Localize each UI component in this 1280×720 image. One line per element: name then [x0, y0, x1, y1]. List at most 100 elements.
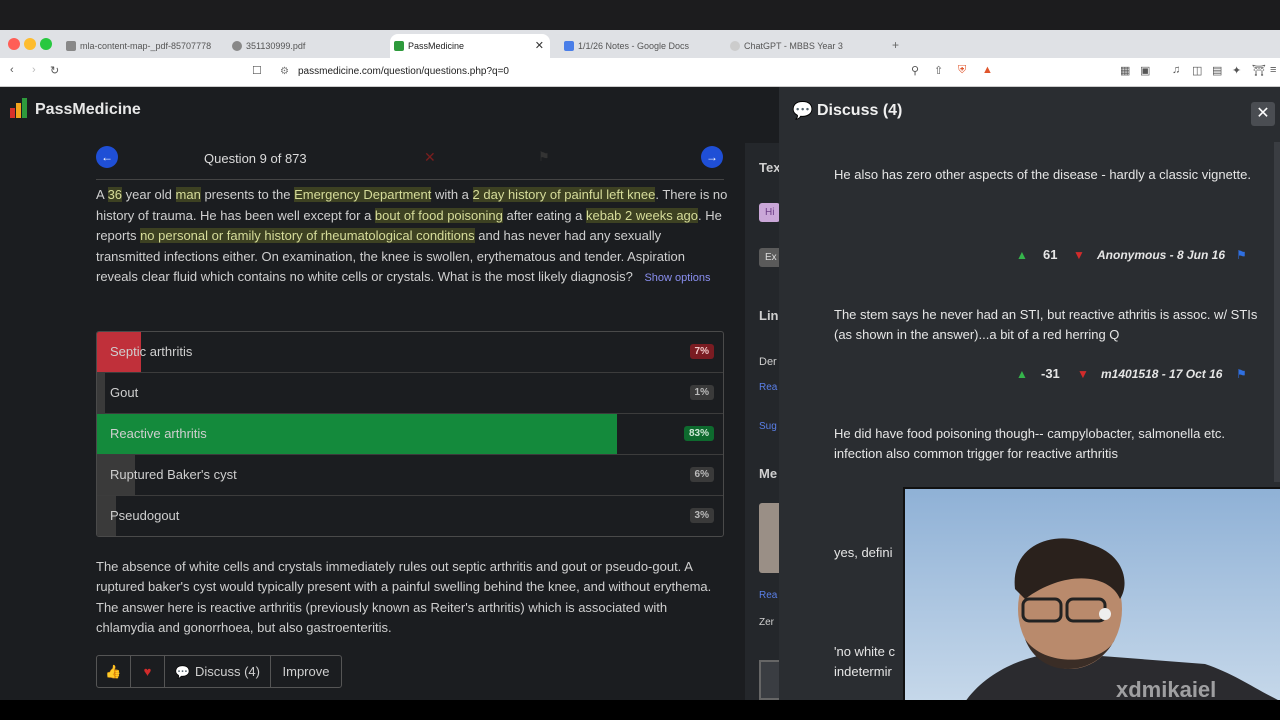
downvote-icon[interactable]: ▼	[1073, 248, 1085, 262]
reload-icon[interactable]: ↻	[50, 64, 59, 77]
wallet-icon[interactable]: ▤	[1212, 64, 1222, 77]
side-media-heading: Me	[759, 466, 778, 481]
side-link-rea[interactable]: Rea	[759, 382, 777, 393]
next-question-button[interactable]: →	[701, 146, 723, 168]
tab-label: 1/1/26 Notes - Google Docs	[578, 41, 690, 51]
answer-option[interactable]: Gout 1%	[97, 373, 723, 414]
answer-percentage: 7%	[689, 344, 714, 359]
screenshot-icon[interactable]: ▣	[1140, 64, 1150, 77]
answer-option[interactable]: Septic arthritis 7%	[97, 332, 723, 373]
music-icon[interactable]: ♫	[1172, 64, 1180, 76]
improve-button[interactable]: Improve	[271, 656, 341, 687]
window-minimize-dot[interactable]	[24, 38, 36, 50]
brave-shield-icon[interactable]: ⛨	[958, 64, 966, 77]
comment-text: He did have food poisoning though-- camp…	[834, 426, 1225, 461]
tab-close-icon[interactable]: ✕	[535, 34, 544, 58]
answer-option[interactable]: Reactive arthritis 83%	[97, 414, 723, 455]
tab-chatgpt[interactable]: ChatGPT - MBBS Year 3	[726, 34, 886, 58]
tab-label: mla-content-map-_pdf-85707778	[80, 41, 212, 51]
stem-text: after eating a	[502, 207, 586, 223]
thumbs-down-icon[interactable]: ♥	[131, 656, 165, 687]
answer-option-label: Pseudogout	[110, 508, 180, 523]
stem-text: A	[96, 187, 108, 202]
previous-question-button[interactable]: ←	[96, 146, 118, 168]
vote-count: -31	[1041, 366, 1060, 381]
brave-rewards-icon[interactable]: ▲	[982, 64, 993, 76]
upvote-icon[interactable]: ▲	[1016, 367, 1028, 381]
docs-icon	[564, 41, 574, 51]
tab-strip: mla-content-map-_pdf-85707778 351130999.…	[0, 30, 1280, 58]
side-ex-chip[interactable]: Ex	[759, 248, 780, 267]
thumbs-up-icon[interactable]: 👍	[97, 656, 131, 687]
highlighted-phrase: 36	[107, 187, 123, 202]
passmedicine-favicon-icon	[394, 41, 404, 51]
answer-option[interactable]: Ruptured Baker's cyst 6%	[97, 455, 723, 496]
side-links-heading: Lin	[759, 308, 779, 323]
webcam-overlay	[903, 487, 1280, 700]
scrollbar[interactable]	[1274, 142, 1280, 482]
brand-name: PassMedicine	[35, 101, 141, 118]
flag-question-icon[interactable]: ⚑	[538, 149, 550, 165]
discuss-button[interactable]: 💬 Discuss (4)	[165, 656, 271, 687]
passmedicine-logo-icon	[10, 98, 27, 118]
vpn-icon[interactable]: ⛩	[1252, 64, 1266, 77]
globe-icon	[66, 41, 76, 51]
tab-label: ChatGPT - MBBS Year 3	[744, 41, 843, 51]
sidebar-icon[interactable]: ◫	[1192, 64, 1202, 77]
tab-google-docs[interactable]: 1/1/26 Notes - Google Docs	[560, 34, 720, 58]
answer-options: Septic arthritis 7% Gout 1% Reactive arthrit…	[96, 331, 724, 537]
answer-option-label: Gout	[110, 385, 139, 400]
browser-chrome: mla-content-map-_pdf-85707778 351130999.…	[0, 0, 1280, 87]
comment-author-date: m1401518 - 17 Oct 16	[1101, 367, 1223, 381]
new-tab-icon[interactable]: +	[892, 38, 899, 52]
chat-bubble-icon: 💬	[792, 101, 814, 120]
highlighted-phrase: kebab 2 weeks ago	[585, 207, 699, 223]
ai-icon[interactable]: ✦	[1232, 64, 1241, 77]
share-icon[interactable]: ⇧	[934, 64, 943, 77]
media-thumbnail[interactable]	[759, 503, 780, 573]
menu-icon[interactable]: ≡	[1270, 64, 1276, 76]
zoom-icon[interactable]: ⚲	[911, 64, 919, 77]
extensions-icon[interactable]: ▦	[1120, 64, 1130, 77]
side-link-der[interactable]: Der	[759, 356, 777, 368]
side-text-heading: Tex	[759, 160, 780, 175]
highlighted-phrase: no personal or family history of rheumat…	[140, 228, 475, 243]
window-close-dot[interactable]	[8, 38, 20, 50]
downvote-icon[interactable]: ▼	[1077, 367, 1089, 381]
highlighted-phrase: 2 day history of painful left knee	[472, 187, 656, 202]
answer-percentage: 3%	[689, 508, 714, 523]
right-info-column: Tex Hi Ex Lin Der Rea Sug Me Rea Zer	[745, 143, 780, 700]
answer-percentage: 1%	[689, 385, 714, 400]
side-highlight-chip[interactable]: Hi	[759, 203, 780, 222]
side-link-sug[interactable]: Sug	[759, 421, 777, 432]
url-field[interactable]: ⚙ passmedicine.com/question/questions.ph…	[272, 62, 1002, 82]
discuss-title: Discuss (4)	[817, 102, 903, 119]
media-thumbnail-2[interactable]	[759, 660, 780, 700]
side-link-rea-2[interactable]: Rea	[759, 590, 777, 601]
show-options-link[interactable]: Show options	[644, 272, 710, 284]
question-counter: Question 9 of 873	[204, 151, 307, 166]
bookmark-icon[interactable]: ☐	[252, 64, 262, 77]
answer-option[interactable]: Pseudogout 3%	[97, 496, 723, 536]
report-flag-icon[interactable]: ⚑	[1236, 367, 1247, 381]
back-icon[interactable]: ‹	[10, 64, 14, 76]
window-maximize-dot[interactable]	[40, 38, 52, 50]
comment-author-date: Anonymous - 8 Jun 16	[1097, 248, 1226, 262]
answer-percentage: 6%	[689, 467, 714, 482]
close-discuss-button[interactable]: ✕	[1251, 102, 1275, 126]
close-x-icon[interactable]: ✕	[424, 149, 436, 166]
upvote-icon[interactable]: ▲	[1016, 248, 1028, 262]
tab-mla-content-map[interactable]: mla-content-map-_pdf-85707778	[62, 34, 222, 58]
report-flag-icon[interactable]: ⚑	[1236, 248, 1247, 262]
answer-percentage-bar	[97, 373, 105, 413]
stem-text: presents to the	[200, 187, 295, 202]
tab-passmedicine[interactable]: PassMedicine ✕	[390, 34, 550, 58]
tab-pdf[interactable]: 351130999.pdf	[228, 34, 388, 58]
forward-icon[interactable]: ›	[32, 64, 36, 76]
stem-text: year old	[122, 187, 176, 202]
url-text: passmedicine.com/question/questions.php?…	[298, 66, 509, 77]
tab-label: 351130999.pdf	[246, 41, 306, 51]
answer-percentage: 83%	[683, 426, 714, 441]
globe-icon	[232, 41, 242, 51]
site-info-icon[interactable]: ⚙	[280, 62, 289, 82]
